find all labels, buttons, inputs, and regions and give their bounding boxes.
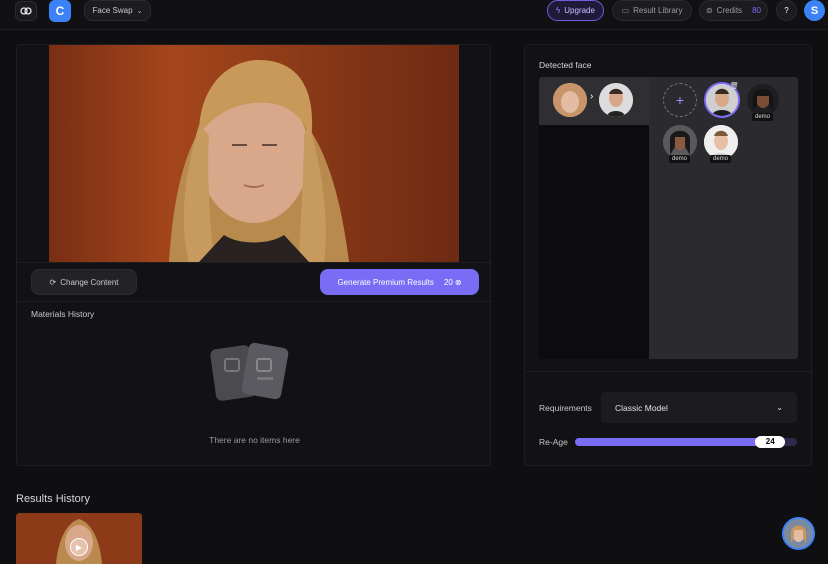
reage-slider-fill [575,438,780,446]
demo-tag: demo [710,155,732,163]
upgrade-button[interactable]: ϟ Upgrade [547,0,604,21]
generate-button[interactable]: Generate Premium Results 20 ⊗ [320,269,479,295]
empty-files-icon [210,342,289,401]
user-avatar[interactable]: S [804,0,825,21]
face-panel: Detected face › + 🗑 demo demo demo Requi… [524,44,813,466]
target-face-thumb[interactable] [599,83,633,117]
folder-icon: ▭ [621,6,630,15]
tool-dropdown[interactable]: Face Swap ⌄ [84,0,151,21]
refresh-icon: ⟳ [49,277,57,287]
library-face-4[interactable] [704,125,738,159]
face-area: › + 🗑 demo demo demo [539,77,798,359]
generate-cost: 20 [443,277,453,287]
result-library-label: Result Library [633,6,683,15]
generate-label: Generate Premium Results [337,277,434,287]
arrow-right-icon: › [590,91,594,102]
assistant-avatar-image [784,519,813,548]
library-face-image-4 [704,125,738,159]
tool-name: Face Swap [92,6,133,15]
top-bar: C Face Swap ⌄ ϟ Upgrade ▭ Result Library… [0,0,828,30]
change-content-label: Change Content [60,277,119,287]
upgrade-label: Upgrade [564,6,595,15]
trash-icon[interactable]: 🗑 [730,82,739,90]
chevron-down-icon: ⌄ [136,7,143,15]
target-face-image [599,83,633,117]
empty-state-text: There are no items here [209,435,300,445]
face-library [649,77,798,359]
lightning-icon: ϟ [556,6,561,15]
requirements-select[interactable]: Classic Model ⌄ [601,392,797,423]
library-face-3[interactable] [663,125,697,159]
library-face-image-3 [663,125,697,159]
requirements-value: Classic Model [615,402,668,413]
result-thumbnail[interactable]: ▶ [16,513,142,564]
play-icon[interactable]: ▶ [70,538,88,556]
credits-button[interactable]: ⊜ Credits 80 [699,0,768,21]
materials-history-title: Materials History [31,309,95,319]
logo-button[interactable] [15,1,37,21]
app-switch-button[interactable]: C [49,0,71,22]
demo-tag: demo [669,155,691,163]
reage-slider-thumb[interactable]: 24 [755,436,786,448]
chevron-down-icon: ⌄ [776,403,783,412]
demo-tag: demo [752,113,774,121]
library-face-2[interactable] [747,84,779,116]
reage-slider[interactable]: 24 [575,436,797,448]
logo-icon [20,7,32,15]
assistant-avatar[interactable] [782,517,815,550]
credits-value: 80 [752,6,761,15]
editor-panel: ⟳ Change Content Generate Premium Result… [16,44,492,466]
credits-icon: ⊜ [706,6,713,15]
requirements-label: Requirements [539,403,592,413]
change-content-button[interactable]: ⟳ Change Content [31,269,137,295]
result-library-button[interactable]: ▭ Result Library [612,0,692,21]
credit-coin-icon: ⊗ [454,277,462,287]
library-face-image-2 [747,84,779,116]
add-face-button[interactable]: + [663,83,697,117]
source-face-thumb[interactable] [553,83,587,117]
detected-face-title: Detected face [539,60,592,70]
preview-face-image [169,60,349,262]
reage-label: Re-Age [539,437,568,447]
source-face-image [553,83,587,117]
help-button[interactable]: ? [776,0,797,21]
results-history-title: Results History [16,493,90,505]
credits-label: Credits [716,6,743,15]
video-preview[interactable] [49,45,459,262]
